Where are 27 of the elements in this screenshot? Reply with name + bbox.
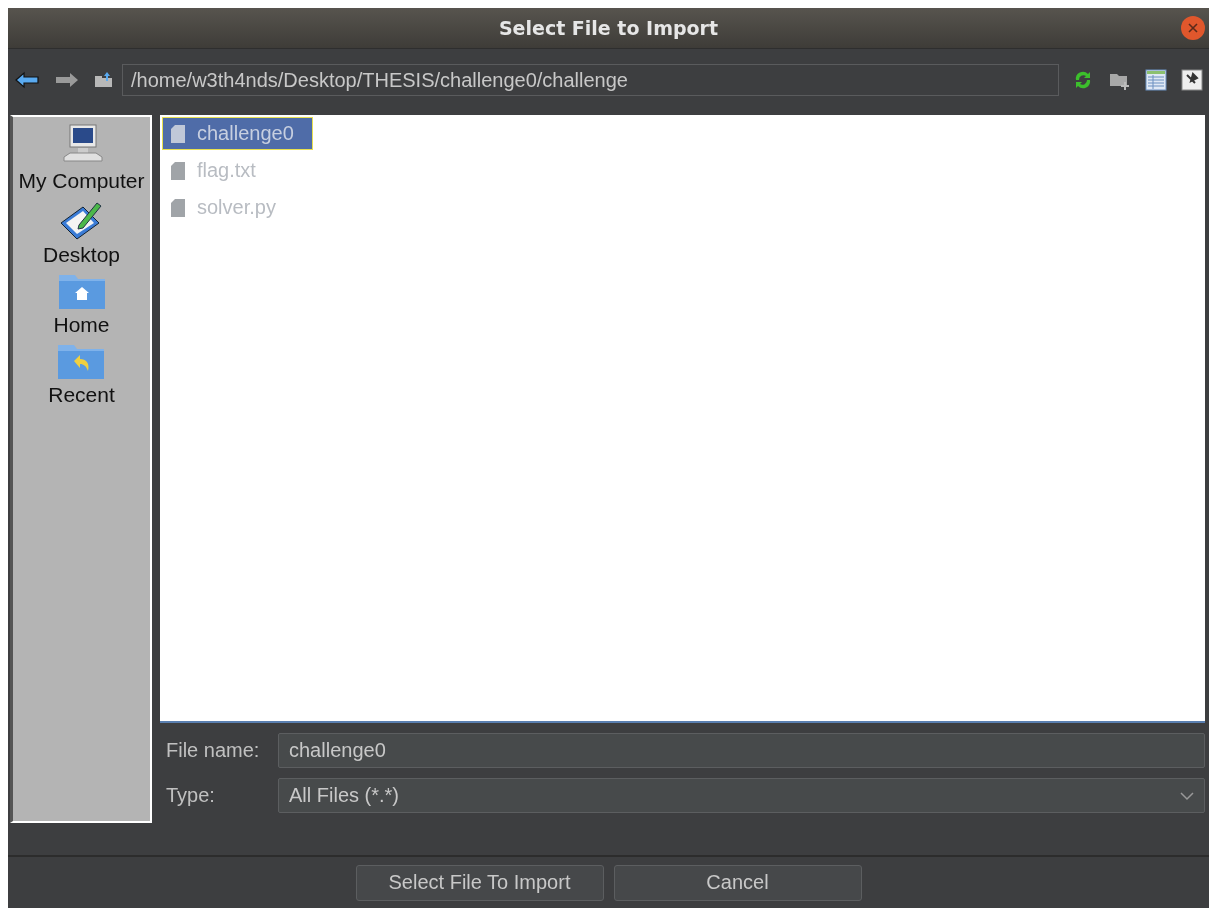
forward-arrow-icon[interactable] bbox=[54, 71, 80, 89]
place-label: Home bbox=[53, 313, 110, 337]
place-item[interactable]: Desktop bbox=[42, 197, 120, 267]
close-button[interactable] bbox=[1181, 16, 1205, 40]
place-label: Recent bbox=[48, 383, 115, 407]
dialog-button[interactable]: Cancel bbox=[613, 864, 862, 901]
window-title: Select File to Import bbox=[498, 17, 719, 39]
file-name-field[interactable]: challenge0 bbox=[278, 733, 1205, 768]
file-name-label: File name: bbox=[165, 739, 261, 762]
file-icon bbox=[171, 161, 185, 180]
up-folder-icon[interactable] bbox=[94, 71, 114, 89]
file-icon bbox=[171, 198, 185, 217]
place-label: Desktop bbox=[42, 243, 120, 267]
back-arrow-icon[interactable] bbox=[14, 71, 40, 89]
type-dropdown[interactable]: All Files (*.*) bbox=[278, 778, 1205, 813]
file-item[interactable]: challenge0 bbox=[162, 117, 313, 150]
place-label: My Computer bbox=[18, 169, 145, 193]
place-item[interactable]: My Computer bbox=[18, 123, 145, 193]
file-icon bbox=[171, 124, 185, 143]
type-label: Type: bbox=[165, 784, 216, 807]
chevron-down-icon bbox=[1180, 790, 1194, 801]
path-field[interactable]: /home/w3th4nds/Desktop/THESIS/challenge0/challenge bbox=[122, 64, 1059, 96]
place-item[interactable]: Recent bbox=[48, 341, 115, 407]
dialog-button[interactable]: Select File To Import bbox=[355, 864, 604, 901]
place-item[interactable]: Home bbox=[53, 271, 110, 337]
list-view-icon[interactable] bbox=[1145, 69, 1167, 91]
close-icon bbox=[1187, 22, 1199, 34]
